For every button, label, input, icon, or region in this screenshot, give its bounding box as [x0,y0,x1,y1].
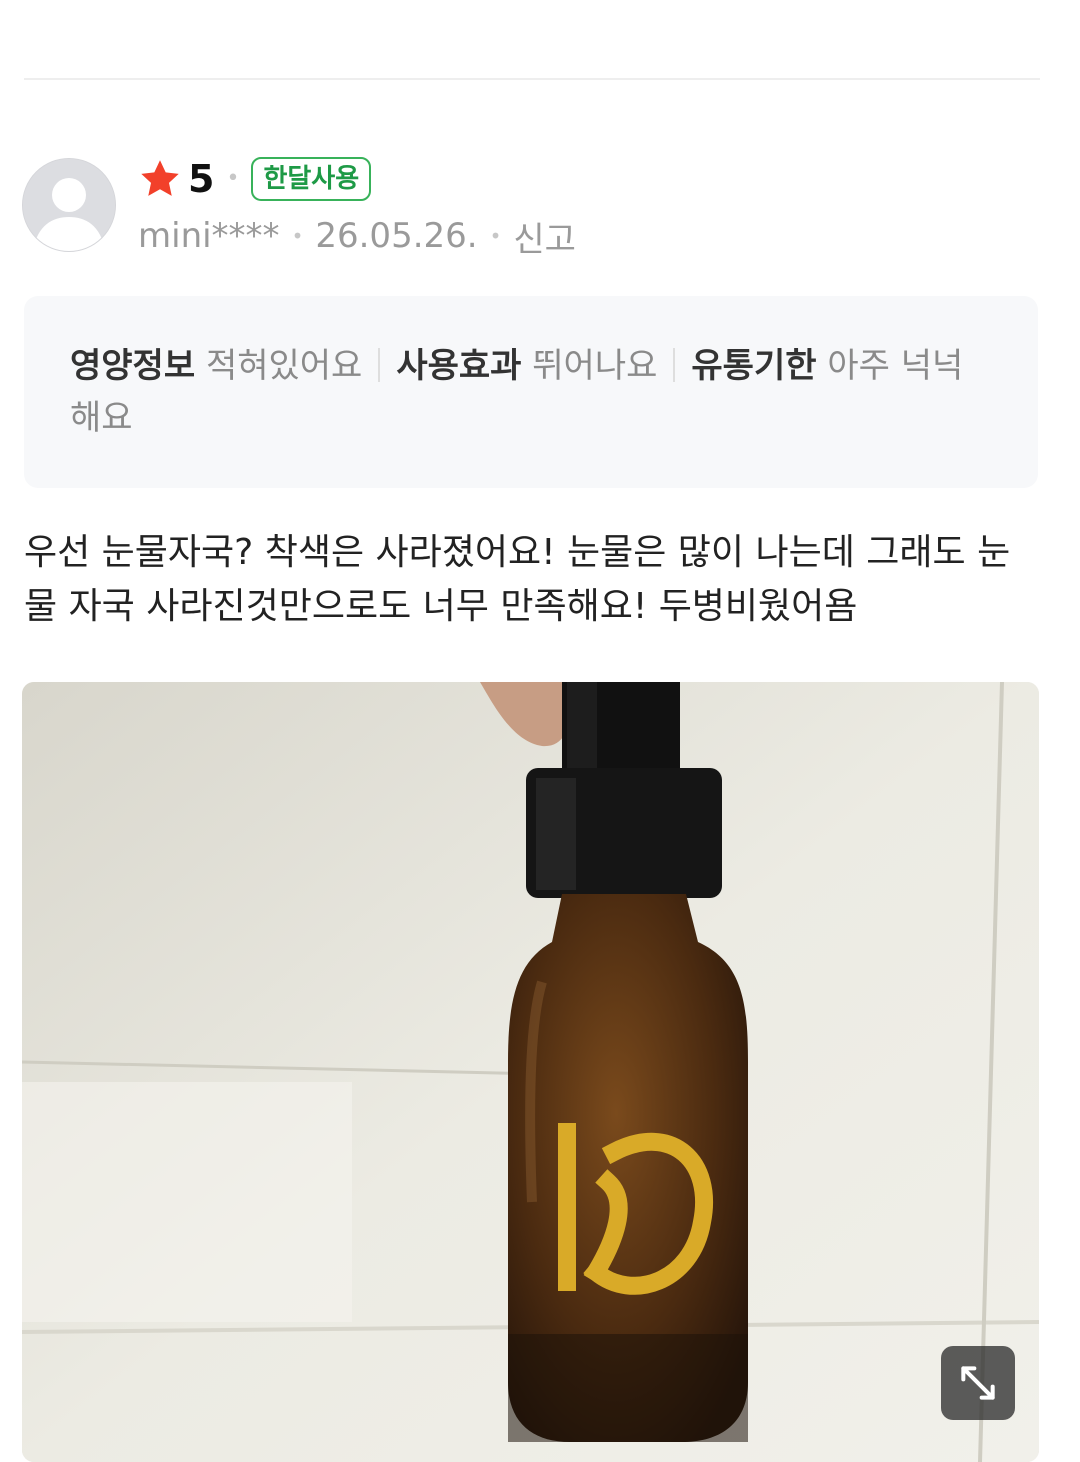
review-attributes-box: 영양정보 적혀있어요 사용효과 뛰어나요 유통기한 아주 넉넉해요 [24,296,1038,488]
attribute-key: 사용효과 [396,346,522,386]
attribute-divider [673,348,676,382]
attribute-value: 적혀있어요 [205,346,363,386]
reviewer-username: mini**** [138,216,280,256]
attribute-divider [378,348,381,382]
review-body-text: 우선 눈물자국? 착색은 사라졌어요! 눈물은 많이 나는데 그래도 눈물 자국… [24,532,1011,627]
separator-dot: • [226,166,240,191]
usage-period-badge: 한달사용 [251,157,372,201]
review-date: 26.05.26. [315,216,478,256]
attribute-key: 유통기한 [691,346,817,386]
separator-dot: • [489,224,502,248]
default-avatar-icon [23,159,115,251]
report-button[interactable]: 신고 [513,212,576,261]
expand-photo-button[interactable] [941,1346,1015,1420]
rating-row: 5 • 한달사용 [138,156,372,202]
attribute-key: 영양정보 [70,346,196,386]
rating-value: 5 [188,157,215,201]
section-divider [24,78,1040,80]
star-icon [141,160,179,196]
separator-dot: • [291,224,304,248]
review-photo[interactable] [22,682,1039,1462]
attribute-value: 뛰어나요 [532,346,658,386]
expand-icon [961,1366,995,1400]
reviewer-avatar[interactable] [22,158,116,252]
product-photo [22,682,1039,1462]
review-meta: mini**** • 26.05.26. • 신고 [138,212,576,261]
